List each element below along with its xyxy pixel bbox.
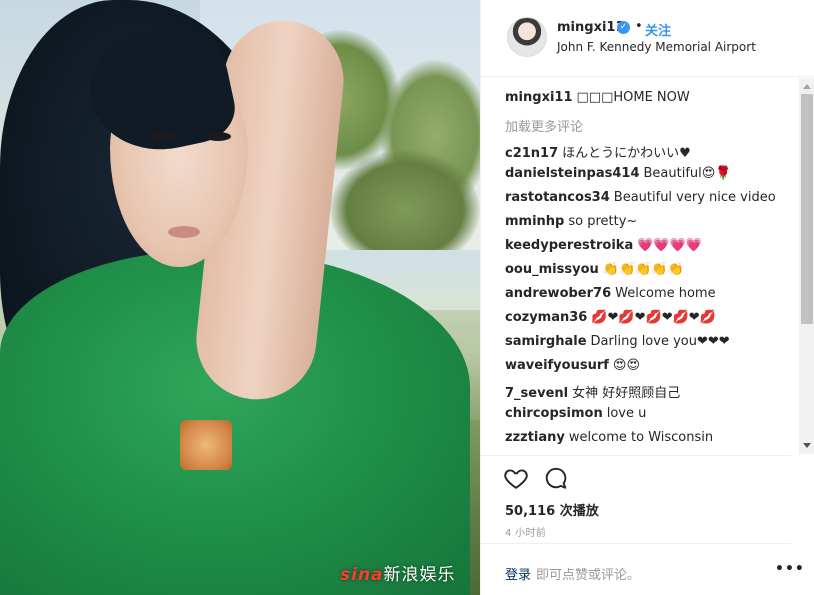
comments-scrollbar[interactable] xyxy=(799,78,814,454)
watermark-text: 新浪娱乐 xyxy=(383,565,456,585)
heart-icon[interactable] xyxy=(503,465,531,493)
comment-text: Darling love you❤❤❤ xyxy=(590,334,730,349)
comment-row: cozyman36 💋❤💋❤💋❤💋❤💋 xyxy=(505,310,716,325)
comment-text: love u xyxy=(606,406,647,421)
comment-text: 女神 好好照顾自己 xyxy=(572,386,681,401)
comment-text: Beautiful😍🌹 xyxy=(643,166,732,181)
view-count: 50,116 次播放 xyxy=(505,504,599,519)
right-eye xyxy=(205,132,231,141)
comment-text: Beautiful very nice video xyxy=(613,190,776,205)
comment-username[interactable]: c21n17 xyxy=(505,146,558,161)
comment-row: mminhp so pretty~ xyxy=(505,214,637,229)
post-timestamp[interactable]: 4 小时前 xyxy=(505,524,546,539)
caption: mingxi11 □□□HOME NOW xyxy=(505,90,690,105)
scrollbar-thumb[interactable] xyxy=(801,94,813,324)
comment-row: keedyperestroika 💗💗💗💗 xyxy=(505,238,702,253)
verified-badge-icon: ✓ xyxy=(617,21,630,34)
header-username[interactable]: mingxi11 xyxy=(557,20,625,35)
post-header: mingxi11 ✓ • 关注 John F. Kennedy Memorial… xyxy=(481,0,814,77)
comment-username[interactable]: zzztiany xyxy=(505,430,565,445)
comment-footer: 登录 即可点赞或评论。 ••• xyxy=(481,543,804,595)
watermark-brand: sina xyxy=(340,565,384,585)
comment-text: welcome to Wisconsin xyxy=(568,430,714,445)
comment-row: waveifyousurf 😍😍 xyxy=(505,358,640,373)
comments-list[interactable]: mingxi11 □□□HOME NOW 加载更多评论 c21n17 ほんとうにかわ… xyxy=(481,78,801,454)
comment-text: 😍😍 xyxy=(612,358,641,373)
post-panel: mingxi11 ✓ • 关注 John F. Kennedy Memorial… xyxy=(480,0,814,595)
comment-username[interactable]: samirghale xyxy=(505,334,587,349)
comment-row: samirghale Darling love you❤❤❤ xyxy=(505,334,730,349)
comment-row: danielsteinpas414 Beautiful😍🌹 xyxy=(505,166,732,181)
comment-text: Welcome home xyxy=(615,286,716,301)
comment-username[interactable]: 7_sevenl xyxy=(505,386,568,401)
caption-text: □□□HOME NOW xyxy=(576,90,690,105)
separator-dot: • xyxy=(635,19,643,34)
location-link[interactable]: John F. Kennedy Memorial Airport xyxy=(557,40,756,54)
comment-username[interactable]: danielsteinpas414 xyxy=(505,166,640,181)
comment-username[interactable]: oou_missyou xyxy=(505,262,599,277)
comment-row: rastotancos34 Beautiful very nice video xyxy=(505,190,776,205)
shirt-patch xyxy=(180,420,232,470)
comment-username[interactable]: mminhp xyxy=(505,214,564,229)
comment-text: ほんとうにかわいい♥ xyxy=(562,146,691,161)
post-video[interactable]: sina新浪娱乐 xyxy=(0,0,480,595)
comment-username[interactable]: waveifyousurf xyxy=(505,358,609,373)
comment-username[interactable]: chircopsimon xyxy=(505,406,603,421)
comment-row: chircopsimon love u xyxy=(505,406,646,421)
comment-text: 💋❤💋❤💋❤💋❤💋 xyxy=(591,310,716,325)
comment-text: so pretty~ xyxy=(568,214,638,229)
follow-button[interactable]: 关注 xyxy=(645,20,671,39)
comment-username[interactable]: cozyman36 xyxy=(505,310,587,325)
more-options-icon[interactable]: ••• xyxy=(775,561,805,577)
scroll-up-arrow-icon[interactable] xyxy=(803,84,811,89)
comment-text: 💗💗💗💗 xyxy=(637,238,702,253)
comment-row: c21n17 ほんとうにかわいい♥ xyxy=(505,142,691,161)
login-prompt-text: 即可点赞或评论。 xyxy=(536,568,641,583)
post-actions: 50,116 次播放 4 小时前 xyxy=(481,455,791,541)
comment-row: 7_sevenl 女神 好好照顾自己 xyxy=(505,382,680,401)
caption-username[interactable]: mingxi11 xyxy=(505,90,573,105)
comment-username[interactable]: keedyperestroika xyxy=(505,238,633,253)
comment-row: zzztiany welcome to Wisconsin xyxy=(505,430,713,445)
login-link[interactable]: 登录 xyxy=(505,564,531,583)
comment-row: andrewober76 Welcome home xyxy=(505,286,716,301)
scroll-down-arrow-icon[interactable] xyxy=(803,443,811,448)
comment-username[interactable]: rastotancos34 xyxy=(505,190,610,205)
comment-icon[interactable] xyxy=(543,465,571,493)
left-eye xyxy=(150,132,176,141)
comment-username[interactable]: andrewober76 xyxy=(505,286,611,301)
comment-text: 👏👏👏👏👏 xyxy=(602,262,684,277)
avatar[interactable] xyxy=(507,17,547,57)
watermark: sina新浪娱乐 xyxy=(340,560,456,585)
load-more-comments[interactable]: 加载更多评论 xyxy=(505,116,583,135)
comment-row: oou_missyou 👏👏👏👏👏 xyxy=(505,262,684,277)
lips xyxy=(168,226,200,238)
